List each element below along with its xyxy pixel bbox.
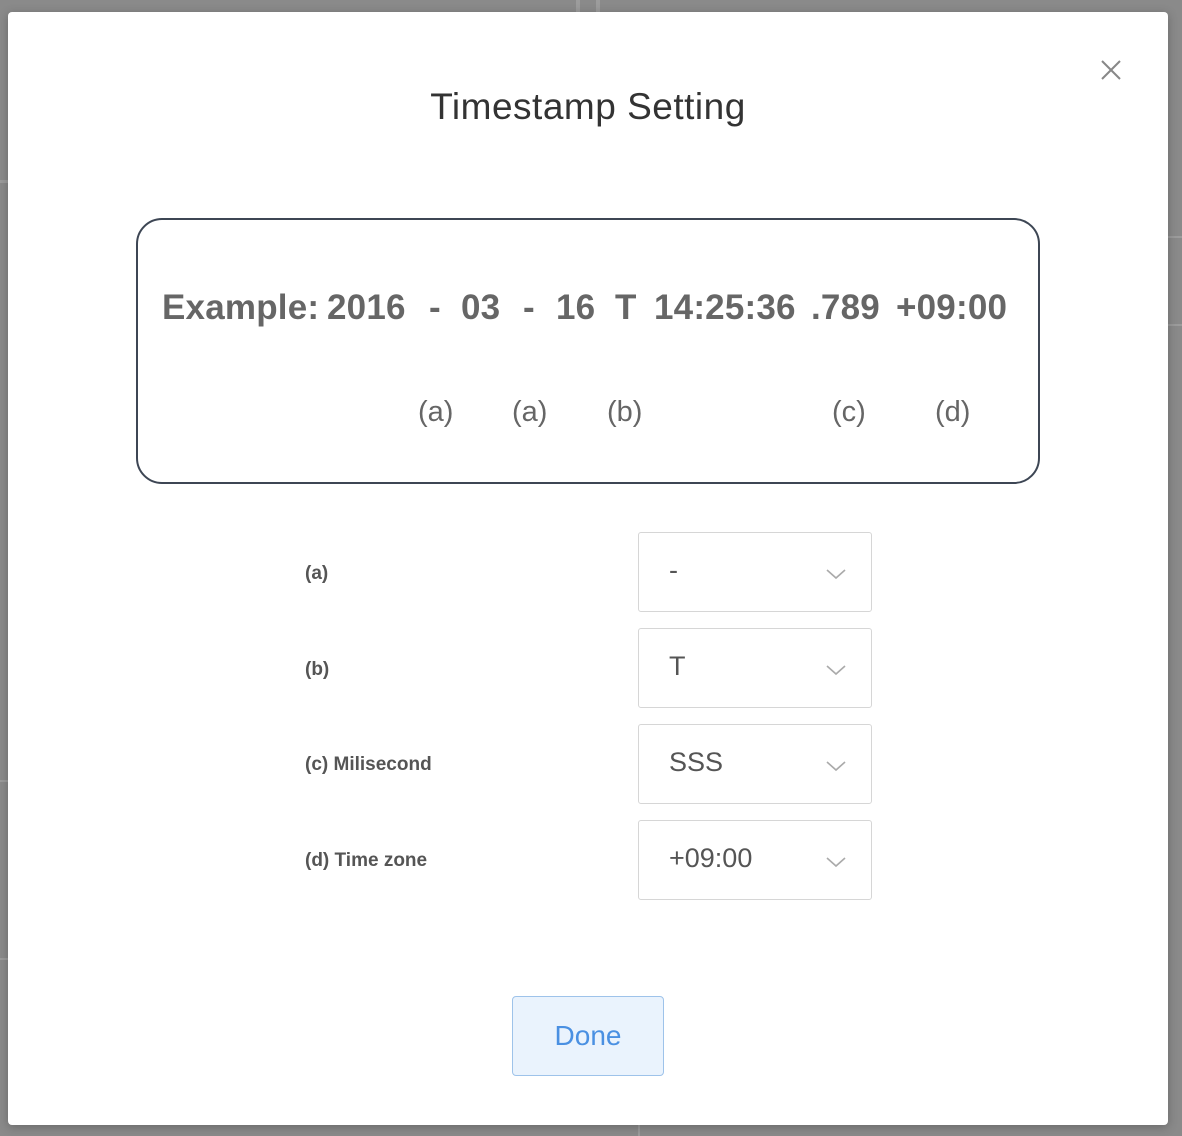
field-label-millisecond: (c) Milisecond <box>305 754 432 775</box>
marker-a2: (a) <box>512 396 548 428</box>
example-time-zone: +09:00 <box>896 288 1008 327</box>
background-divider <box>576 0 580 12</box>
chevron-down-icon <box>825 759 847 773</box>
field-label-time-zone: (d) Time zone <box>305 850 428 871</box>
example-separator-a1: - <box>429 288 441 327</box>
background-divider <box>0 180 8 183</box>
background-divider <box>638 1125 640 1136</box>
example-separator-b: T <box>615 288 637 327</box>
example-month: 03 <box>461 288 501 327</box>
millisecond-select[interactable]: SSS <box>638 724 872 804</box>
select-value: +09:00 <box>669 843 753 873</box>
example-label: Example: <box>162 288 320 327</box>
time-zone-select[interactable]: +09:00 <box>638 820 872 900</box>
background-divider <box>0 780 8 782</box>
done-button[interactable]: Done <box>512 996 664 1076</box>
example-milliseconds: .789 <box>811 288 880 327</box>
background-divider <box>0 958 8 960</box>
field-label-time-separator: (b) <box>305 659 330 680</box>
example-preview-box: Example: 2016 - 03 - 16 T 14:25:36 .789 … <box>136 218 1040 484</box>
marker-b: (b) <box>607 396 643 428</box>
dialog-title: Timestamp Setting <box>430 86 746 127</box>
example-time: 14:25:36 <box>654 288 796 327</box>
field-label-date-separator: (a) <box>305 563 329 584</box>
select-value: - <box>669 555 678 585</box>
example-year: 2016 <box>327 288 406 327</box>
chevron-down-icon <box>825 663 847 677</box>
chevron-down-icon <box>825 567 847 581</box>
select-value: T <box>669 651 686 681</box>
marker-c: (c) <box>832 396 866 428</box>
marker-d: (d) <box>935 396 971 428</box>
chevron-down-icon <box>825 855 847 869</box>
marker-a1: (a) <box>418 396 454 428</box>
background-divider <box>1168 236 1182 238</box>
close-icon <box>1097 56 1125 84</box>
select-value: SSS <box>669 747 724 777</box>
example-day: 16 <box>556 288 596 327</box>
close-button[interactable] <box>1097 56 1125 84</box>
background-divider <box>1168 324 1182 326</box>
date-separator-select[interactable]: - <box>638 532 872 612</box>
timestamp-setting-dialog: Timestamp Setting Example: 2016 - 03 - 1… <box>8 12 1168 1125</box>
time-separator-select[interactable]: T <box>638 628 872 708</box>
background-divider <box>596 0 600 12</box>
example-separator-a2: - <box>523 288 535 327</box>
